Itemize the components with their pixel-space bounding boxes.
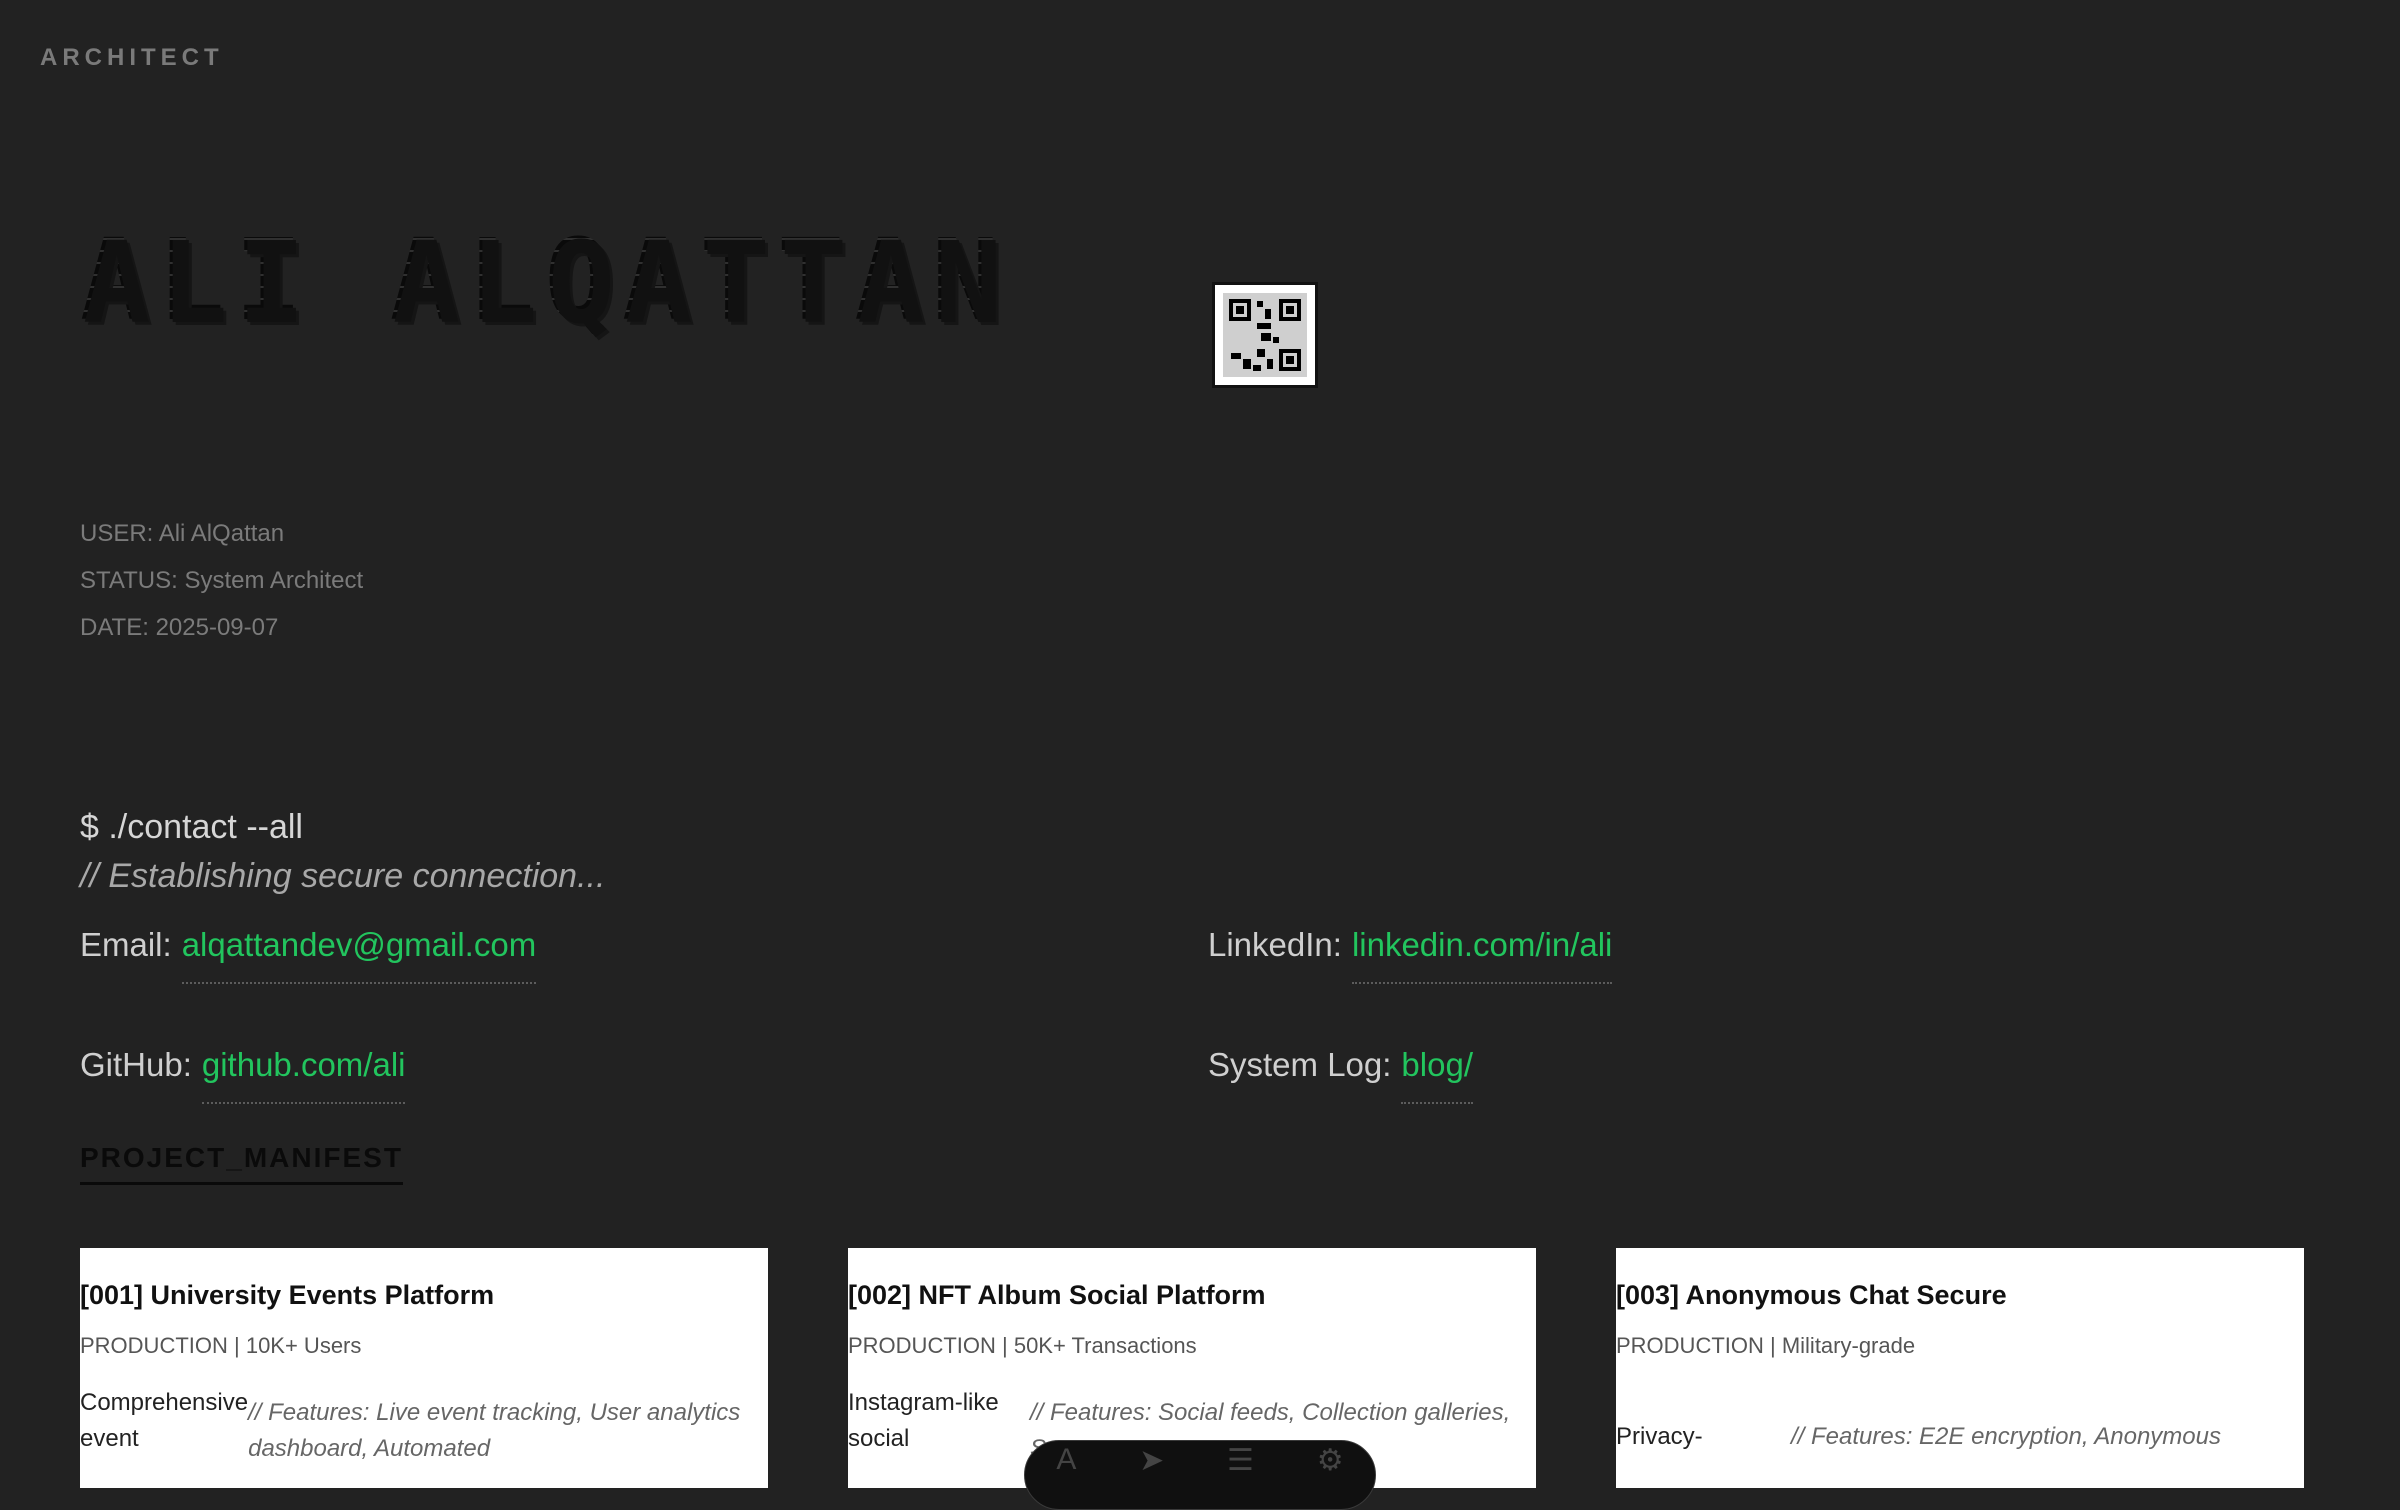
contact-comment: // Establishing secure connection... bbox=[80, 857, 606, 895]
github-link[interactable]: github.com/ali bbox=[201, 1046, 406, 1104]
send-icon[interactable]: ➤ bbox=[1139, 1443, 1164, 1478]
project-status: PRODUCTION | Military-grade bbox=[1616, 1333, 1916, 1358]
gear-icon[interactable]: ⚙ bbox=[1317, 1443, 1344, 1478]
email-link[interactable]: alqattandev@gmail.com bbox=[181, 926, 537, 984]
meta-date: DATE: 2025-09-07 bbox=[80, 614, 279, 641]
project-title: [003] Anonymous Chat Secure bbox=[1616, 1280, 2007, 1310]
hero-banner: ALI ALQATTAN bbox=[80, 225, 1009, 337]
project-description: Instagram-like social bbox=[848, 1389, 999, 1452]
floating-toolbar: A ➤ ☰ ⚙ bbox=[1024, 1440, 1376, 1510]
email-label: Email: bbox=[80, 926, 172, 963]
qr-code-image bbox=[1223, 293, 1307, 377]
linkedin-link[interactable]: linkedin.com/in/ali bbox=[1351, 926, 1613, 984]
project-card[interactable]: [001] University Events Platform PRODUCT… bbox=[80, 1248, 768, 1488]
project-manifest-heading: PROJECT_MANIFEST bbox=[80, 1142, 403, 1185]
project-status: PRODUCTION | 10K+ Users bbox=[80, 1333, 362, 1358]
system-log-link[interactable]: blog/ bbox=[1401, 1046, 1473, 1104]
email-row: Email: alqattandev@gmail.com bbox=[80, 926, 537, 984]
meta-status: STATUS: System Architect bbox=[80, 567, 364, 594]
hero-name: ALI ALQATTAN bbox=[80, 216, 1010, 346]
project-description: Privacy- bbox=[1616, 1423, 1703, 1450]
menu-icon[interactable]: ☰ bbox=[1227, 1443, 1254, 1478]
contact-command: $ ./contact --all bbox=[80, 808, 303, 846]
github-row: GitHub: github.com/ali bbox=[80, 1046, 406, 1104]
project-title: [002] NFT Album Social Platform bbox=[848, 1280, 1266, 1310]
system-log-row: System Log: blog/ bbox=[1208, 1046, 1473, 1104]
brand-label: ARCHITECT bbox=[40, 44, 224, 71]
linkedin-label: LinkedIn: bbox=[1208, 926, 1342, 963]
project-features: // Features: Live event tracking, User a… bbox=[248, 1399, 741, 1462]
project-status: PRODUCTION | 50K+ Transactions bbox=[848, 1333, 1197, 1358]
project-card[interactable]: [003] Anonymous Chat Secure PRODUCTION |… bbox=[1616, 1248, 2304, 1488]
project-description: Comprehensive event bbox=[80, 1389, 249, 1452]
github-label: GitHub: bbox=[80, 1046, 192, 1083]
linkedin-row: LinkedIn: linkedin.com/in/ali bbox=[1208, 926, 1613, 984]
meta-user: USER: Ali AlQattan bbox=[80, 520, 285, 547]
font-icon[interactable]: A bbox=[1056, 1443, 1076, 1477]
project-features: // Features: E2E encryption, Anonymous bbox=[1791, 1423, 2221, 1450]
qr-code bbox=[1212, 282, 1318, 388]
system-meta: USER: Ali AlQattan STATUS: System Archit… bbox=[80, 520, 363, 661]
project-title: [001] University Events Platform bbox=[80, 1280, 495, 1310]
contact-section: $ ./contact --all // Establishing secure… bbox=[80, 808, 605, 896]
system-log-label: System Log: bbox=[1208, 1046, 1392, 1083]
